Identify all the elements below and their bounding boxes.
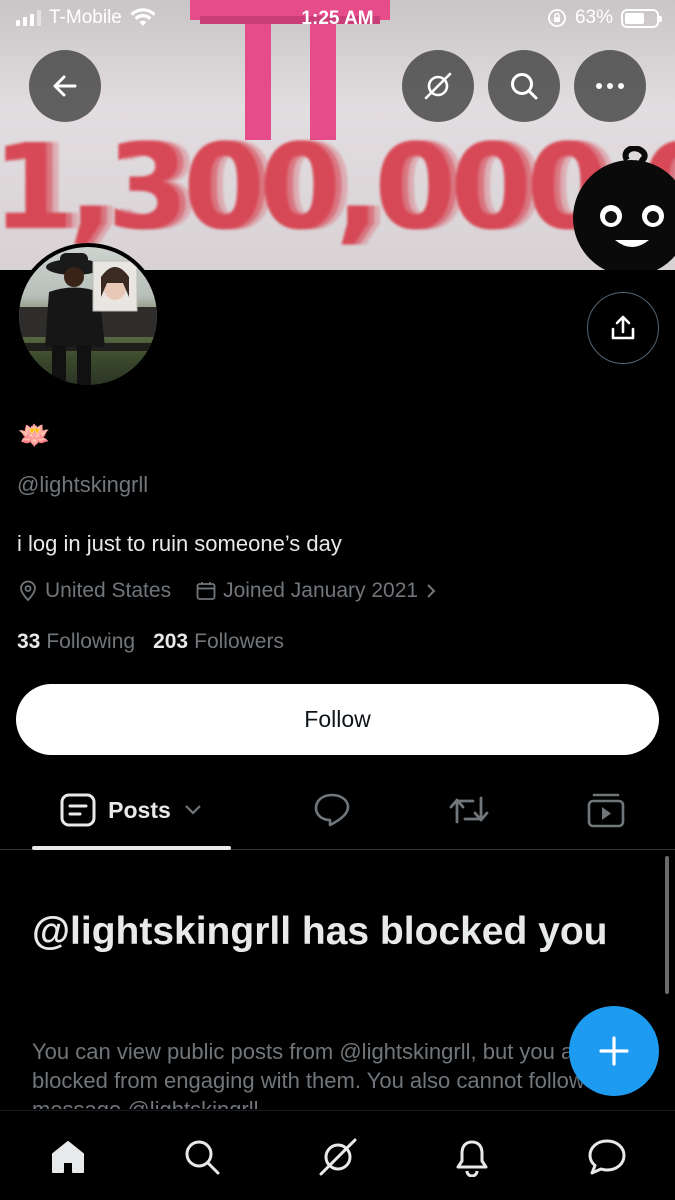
profile-handle: @lightskingrll xyxy=(17,472,149,497)
tab-posts[interactable]: Posts xyxy=(32,770,231,850)
location-label: United States xyxy=(45,579,172,602)
tab-media[interactable] xyxy=(582,770,630,850)
followers-label: Followers xyxy=(194,630,284,653)
orientation-lock-icon xyxy=(548,9,566,27)
joined-date[interactable]: Joined January 2021 xyxy=(195,579,438,603)
followers-count: 203 xyxy=(153,630,189,653)
posts-icon xyxy=(60,793,96,827)
media-icon xyxy=(587,793,625,828)
status-right: 63% xyxy=(547,7,662,29)
search-icon xyxy=(511,73,538,100)
display-name: 🪷 xyxy=(18,420,51,450)
location: United States xyxy=(17,579,171,603)
tab-replies[interactable] xyxy=(306,770,358,850)
following-label: Following xyxy=(46,630,136,653)
battery-percent: 63% xyxy=(574,7,613,28)
notifications-icon xyxy=(456,1140,488,1177)
followers-link[interactable]: 203 Followers xyxy=(153,630,284,654)
chevron-down-icon xyxy=(185,805,201,815)
grok-icon xyxy=(319,1138,357,1176)
profile-bio: i log in just to ruin someone’s day xyxy=(17,531,342,556)
more-button[interactable] xyxy=(574,50,646,122)
calendar-icon xyxy=(196,582,216,600)
location-pin-icon xyxy=(20,580,36,602)
home-icon xyxy=(52,1141,84,1173)
profile-meta: United States Joined January 2021 xyxy=(17,579,462,603)
status-bar: T-Mobile 1:25 AM 63% xyxy=(0,0,675,38)
search-button[interactable] xyxy=(488,50,560,122)
scrollbar[interactable] xyxy=(665,856,669,994)
profile-tabs: Posts xyxy=(0,770,675,850)
nav-messages[interactable] xyxy=(583,1133,631,1181)
follow-counts: 33 Following 203 Followers xyxy=(17,630,302,654)
tab-reposts[interactable] xyxy=(444,770,494,850)
plus-icon xyxy=(599,1036,629,1066)
share-icon xyxy=(611,315,635,340)
search-icon xyxy=(185,1140,220,1175)
compose-post-button[interactable] xyxy=(569,1006,659,1096)
repost-icon xyxy=(449,796,489,824)
following-count: 33 xyxy=(17,630,41,653)
active-tab-indicator xyxy=(32,846,231,850)
nav-home[interactable] xyxy=(44,1133,92,1181)
avatar-photo xyxy=(19,247,157,385)
profile-avatar[interactable] xyxy=(15,243,161,389)
grok-button[interactable] xyxy=(402,50,474,122)
nav-notifications[interactable] xyxy=(448,1133,496,1181)
share-button[interactable] xyxy=(587,292,659,364)
blocked-title: @lightskingrll has blocked you xyxy=(32,910,608,953)
baby-emoji xyxy=(573,146,675,270)
reply-icon xyxy=(314,793,350,827)
battery-icon xyxy=(621,8,662,28)
messages-icon xyxy=(588,1139,626,1175)
arrow-left-icon xyxy=(53,75,77,97)
follow-button[interactable]: Follow xyxy=(16,684,659,755)
following-link[interactable]: 33 Following xyxy=(17,630,135,654)
nav-search[interactable] xyxy=(178,1133,226,1181)
tab-posts-label: Posts xyxy=(108,796,171,823)
grok-icon xyxy=(424,72,452,100)
nav-grok[interactable] xyxy=(314,1133,362,1181)
joined-label: Joined January 2021 xyxy=(223,579,419,602)
back-button[interactable] xyxy=(29,50,101,122)
chevron-right-icon xyxy=(427,584,436,598)
bottom-navigation xyxy=(0,1110,675,1200)
blocked-description: You can view public posts from @lightski… xyxy=(32,1039,610,1109)
profile-banner[interactable]: 1,300,000,000 xyxy=(0,0,675,270)
more-horizontal-icon xyxy=(596,83,624,89)
battery-fill xyxy=(625,12,644,24)
